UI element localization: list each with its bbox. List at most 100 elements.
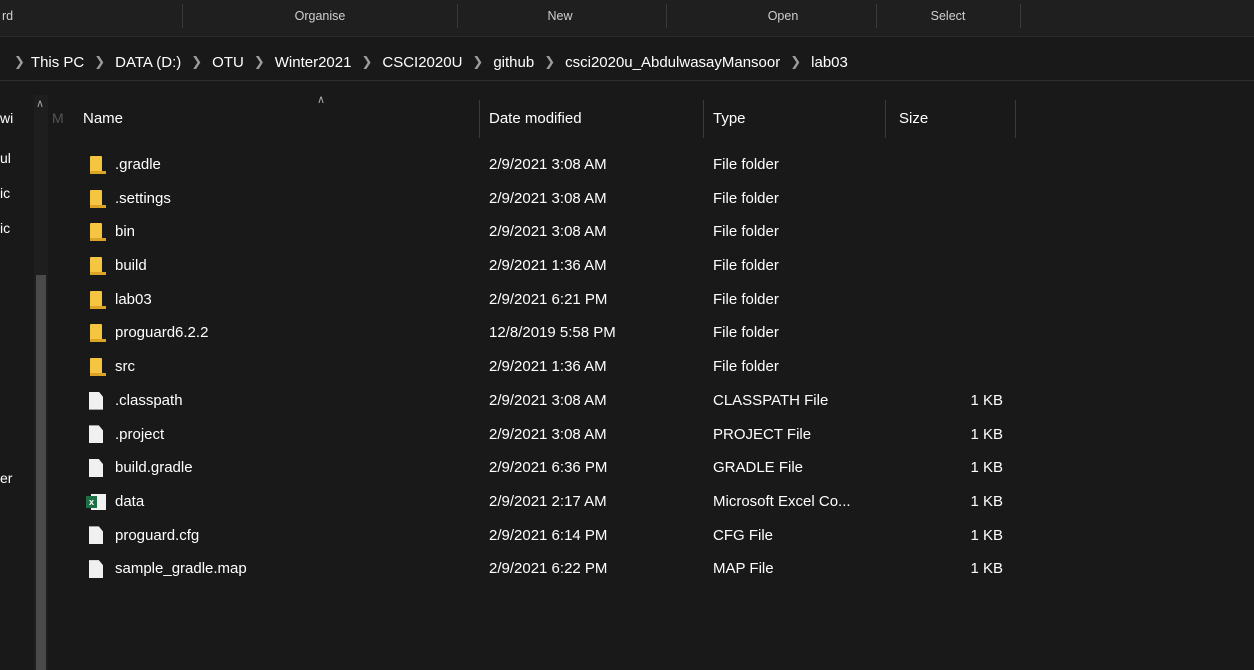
folder-icon xyxy=(86,283,106,317)
file-name[interactable]: .classpath xyxy=(115,384,475,418)
ribbon-group-open: Open xyxy=(767,9,799,23)
file-icon xyxy=(86,384,106,418)
ribbon-group-select: Select xyxy=(930,9,966,23)
file-name[interactable]: lab03 xyxy=(115,283,475,317)
file-date: 2/9/2021 1:36 AM xyxy=(489,358,607,376)
file-name[interactable]: src xyxy=(115,350,475,384)
file-type: GRADLE File xyxy=(713,459,804,477)
column-header-name[interactable]: Name xyxy=(83,100,123,138)
breadcrumb[interactable]: ❯ This PC ❯ DATA (D:) ❯ OTU ❯ Winter2021… xyxy=(0,44,1254,81)
file-row[interactable]: x data 2/9/2021 2:17 AM Microsoft Excel … xyxy=(0,485,1254,519)
column-header-size[interactable]: Size xyxy=(899,100,928,138)
breadcrumb-item-otu[interactable]: OTU xyxy=(212,54,244,71)
excel-icon: x xyxy=(86,485,106,519)
breadcrumb-item-data-drive[interactable]: DATA (D:) xyxy=(115,54,181,71)
ribbon-divider xyxy=(876,4,877,28)
file-type: File folder xyxy=(713,189,779,207)
file-row[interactable]: build.gradle 2/9/2021 6:36 PM GRADLE Fil… xyxy=(0,451,1254,485)
file-date: 2/9/2021 3:08 AM xyxy=(489,189,607,207)
file-row[interactable]: src 2/9/2021 1:36 AM File folder xyxy=(0,350,1254,384)
file-type: File folder xyxy=(713,324,779,342)
sort-ascending-icon: ∧ xyxy=(317,94,326,106)
file-size: 1 KB xyxy=(970,526,1003,544)
breadcrumb-item-this-pc[interactable]: This PC xyxy=(31,54,84,71)
breadcrumb-item-repo[interactable]: csci2020u_AbdulwasayMansoor xyxy=(565,54,780,71)
file-type: PROJECT File xyxy=(713,425,812,443)
file-date: 2/9/2021 1:36 AM xyxy=(489,257,607,275)
breadcrumb-item-github[interactable]: github xyxy=(493,54,534,71)
column-divider[interactable] xyxy=(1015,100,1016,138)
file-name[interactable]: sample_gradle.map xyxy=(115,552,475,586)
chevron-right-icon[interactable]: ❯ xyxy=(14,54,25,70)
file-date: 2/9/2021 6:22 PM xyxy=(489,560,608,578)
chevron-right-icon[interactable]: ❯ xyxy=(94,54,105,70)
file-name[interactable]: bin xyxy=(115,215,475,249)
file-name[interactable]: build xyxy=(115,249,475,283)
file-row[interactable]: .classpath 2/9/2021 3:08 AM CLASSPATH Fi… xyxy=(0,384,1254,418)
file-name[interactable]: .settings xyxy=(115,182,475,216)
file-date: 2/9/2021 3:08 AM xyxy=(489,425,607,443)
ribbon-divider xyxy=(1020,4,1021,28)
file-type: File folder xyxy=(713,156,779,173)
chevron-right-icon[interactable]: ❯ xyxy=(361,54,372,70)
breadcrumb-item-csci2020u[interactable]: CSCI2020U xyxy=(382,54,462,71)
file-icon xyxy=(86,451,106,485)
file-row[interactable]: lab03 2/9/2021 6:21 PM File folder xyxy=(0,283,1254,317)
chevron-right-icon[interactable]: ❯ xyxy=(472,54,483,70)
file-row[interactable]: proguard.cfg 2/9/2021 6:14 PM CFG File 1… xyxy=(0,519,1254,553)
file-type: File folder xyxy=(713,290,779,308)
file-type: File folder xyxy=(713,257,779,275)
file-size: 1 KB xyxy=(970,492,1003,510)
chevron-right-icon[interactable]: ❯ xyxy=(254,54,265,70)
file-name[interactable]: .gradle xyxy=(115,148,475,182)
file-row[interactable]: .gradle 2/9/2021 3:08 AM File folder xyxy=(0,148,1254,182)
file-date: 12/8/2019 5:58 PM xyxy=(489,324,616,342)
file-name[interactable]: data xyxy=(115,485,475,519)
ribbon-group-organise: Organise xyxy=(294,9,346,23)
folder-icon xyxy=(86,316,106,350)
file-row[interactable]: bin 2/9/2021 3:08 AM File folder xyxy=(0,215,1254,249)
file-date: 2/9/2021 2:17 AM xyxy=(489,492,607,510)
file-date: 2/9/2021 3:08 AM xyxy=(489,156,607,173)
folder-icon xyxy=(86,182,106,216)
folder-icon xyxy=(86,215,106,249)
column-divider[interactable] xyxy=(885,100,886,138)
file-size: 1 KB xyxy=(970,560,1003,578)
column-divider[interactable] xyxy=(479,100,480,138)
scroll-up-arrow-icon[interactable]: ∧ xyxy=(33,97,47,111)
file-date: 2/9/2021 6:14 PM xyxy=(489,526,608,544)
column-header-date-modified[interactable]: Date modified xyxy=(489,100,582,138)
file-icon xyxy=(86,519,106,553)
nav-item-fragment[interactable]: wi xyxy=(0,110,30,126)
file-type: Microsoft Excel Co... xyxy=(713,492,851,510)
file-row[interactable]: .project 2/9/2021 3:08 AM PROJECT File 1… xyxy=(0,418,1254,452)
file-name[interactable]: proguard.cfg xyxy=(115,519,475,553)
chevron-right-icon[interactable]: ❯ xyxy=(544,54,555,70)
column-headers: Name ∧ Date modified Type Size xyxy=(50,94,1254,140)
ribbon-group-clipboard: rd xyxy=(2,9,14,23)
ribbon-divider xyxy=(457,4,458,28)
breadcrumb-item-lab03[interactable]: lab03 xyxy=(811,54,848,71)
file-date: 2/9/2021 6:36 PM xyxy=(489,459,608,477)
column-header-type[interactable]: Type xyxy=(713,100,746,138)
chevron-right-icon[interactable]: ❯ xyxy=(191,54,202,70)
file-date: 2/9/2021 3:08 AM xyxy=(489,223,607,241)
file-row[interactable]: sample_gradle.map 2/9/2021 6:22 PM MAP F… xyxy=(0,552,1254,586)
column-divider[interactable] xyxy=(703,100,704,138)
ribbon-divider xyxy=(182,4,183,28)
file-row[interactable]: build 2/9/2021 1:36 AM File folder xyxy=(0,249,1254,283)
file-type: MAP File xyxy=(713,560,774,578)
file-type: File folder xyxy=(713,358,779,376)
folder-icon xyxy=(86,148,106,182)
file-icon xyxy=(86,552,106,586)
file-name[interactable]: proguard6.2.2 xyxy=(115,316,475,350)
file-size: 1 KB xyxy=(970,391,1003,409)
file-row[interactable]: .settings 2/9/2021 3:08 AM File folder xyxy=(0,182,1254,216)
file-icon xyxy=(86,418,106,452)
chevron-right-icon[interactable]: ❯ xyxy=(790,54,801,70)
breadcrumb-item-winter2021[interactable]: Winter2021 xyxy=(275,54,352,71)
file-name[interactable]: .project xyxy=(115,418,475,452)
file-row[interactable]: proguard6.2.2 12/8/2019 5:58 PM File fol… xyxy=(0,316,1254,350)
file-name[interactable]: build.gradle xyxy=(115,451,475,485)
file-size: 1 KB xyxy=(970,459,1003,477)
